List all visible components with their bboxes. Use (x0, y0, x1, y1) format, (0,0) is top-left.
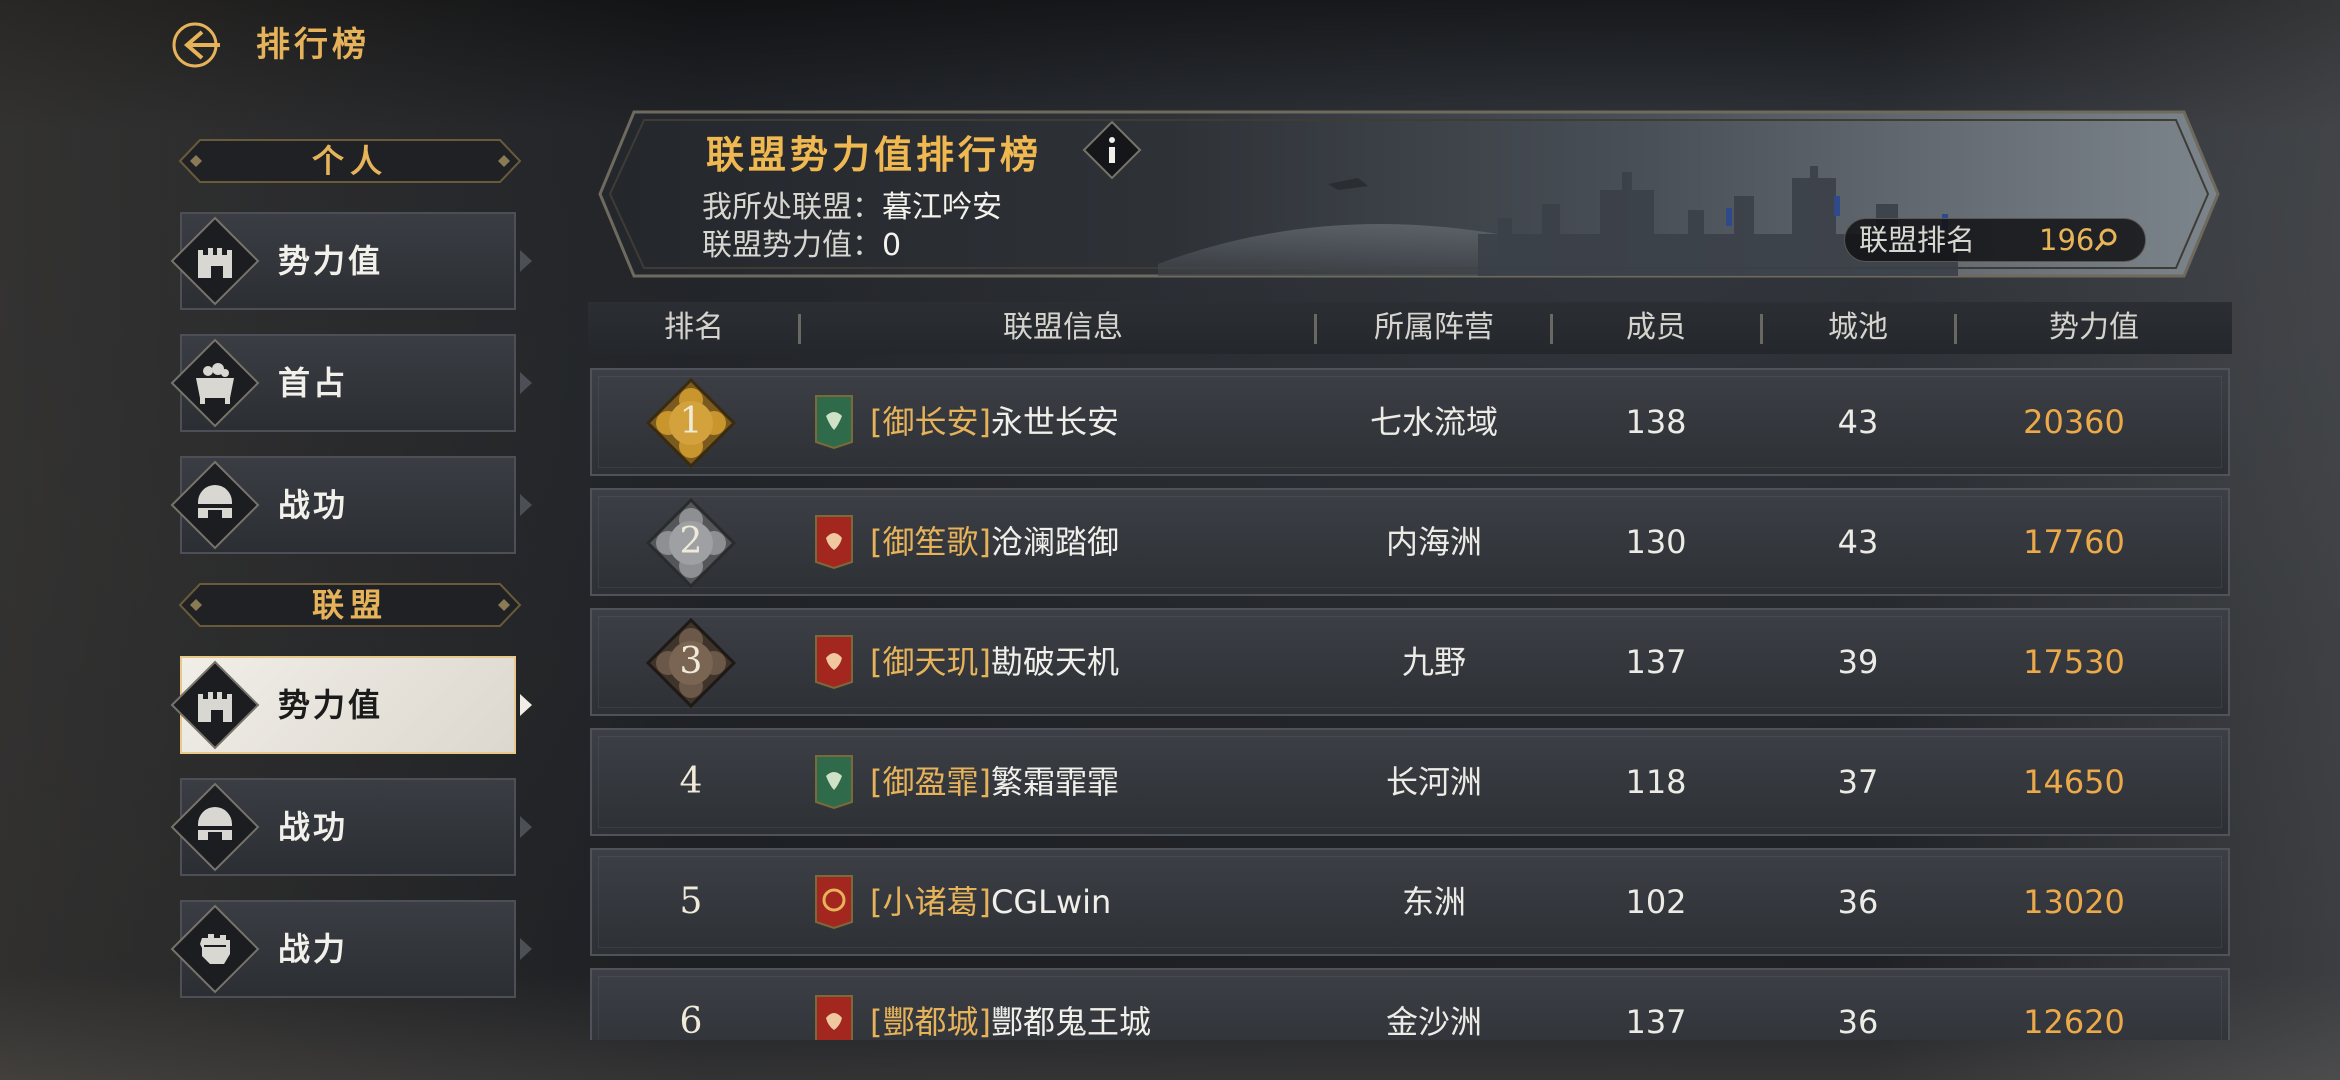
red-wreath-flag-icon (815, 875, 853, 930)
rank-number: 6 (679, 1001, 703, 1040)
alliance-camp: 东洲 (1401, 883, 1466, 921)
alliance-name: [酆都城]酆都鬼王城 (870, 968, 1151, 1040)
alliance-members: 118 (1625, 763, 1687, 801)
alliance-members: 138 (1625, 403, 1687, 441)
alliance-power: 14650 (2023, 763, 2125, 801)
alliance-camp: 九野 (1401, 643, 1466, 681)
alliance-tag: [酆都城] (870, 1003, 991, 1040)
table-row[interactable]: 5 [小诸葛]CGLwin 东洲 102 36 13020 (588, 848, 2232, 956)
alliance-tag: [御笙歌] (870, 523, 991, 561)
alliance-cities: 36 (1837, 883, 1879, 921)
table-row[interactable]: 4 [御盈霏]繁霜霏霏 长河洲 118 37 14650 (588, 728, 2232, 836)
alliance-title: 沧澜踏御 (990, 523, 1119, 561)
rank-number: 1 (679, 401, 703, 442)
table-row[interactable]: 1 [御长安]永世长安 七水流域 138 43 20360 (588, 368, 2232, 476)
alliance-name: [御笙歌]沧澜踏御 (870, 488, 1119, 596)
alliance-members: 137 (1625, 1003, 1687, 1040)
alliance-camp: 内海洲 (1385, 523, 1482, 561)
alliance-name: [御盈霏]繁霜霏霏 (870, 728, 1119, 836)
red-banner-flag-icon (815, 995, 853, 1040)
alliance-members: 137 (1625, 643, 1687, 681)
table-scroll-area[interactable]: 1 [御长安]永世长安 七水流域 138 43 20360 2 [御笙歌]沧澜踏… (0, 0, 2340, 1040)
rank-number: 4 (679, 761, 703, 802)
alliance-name: [御长安]永世长安 (870, 368, 1119, 476)
alliance-title: 勘破天机 (990, 643, 1119, 681)
table-row[interactable]: 2 [御笙歌]沧澜踏御 内海洲 130 43 17760 (588, 488, 2232, 596)
alliance-tag: [御长安] (870, 403, 991, 441)
red-banner-flag-icon (815, 515, 853, 570)
alliance-title: 酆都鬼王城 (990, 1003, 1151, 1040)
alliance-title: 繁霜霏霏 (990, 763, 1119, 801)
alliance-name: [御天玑]勘破天机 (870, 608, 1119, 716)
table-row[interactable]: 3 [御天玑]勘破天机 九野 137 39 17530 (588, 608, 2232, 716)
rank-number: 2 (679, 521, 703, 562)
rank-number: 5 (679, 881, 703, 922)
alliance-cities: 36 (1837, 1003, 1879, 1040)
red-banner-flag-icon (815, 635, 853, 690)
green-banner-flag-icon (815, 755, 853, 810)
alliance-title: 永世长安 (990, 403, 1119, 441)
alliance-tag: [御天玑] (870, 643, 991, 681)
alliance-power: 17530 (2023, 643, 2125, 681)
rank-number: 3 (679, 641, 703, 682)
alliance-cities: 43 (1837, 403, 1879, 441)
alliance-power: 13020 (2023, 883, 2125, 921)
alliance-camp: 七水流域 (1369, 403, 1498, 441)
alliance-members: 130 (1625, 523, 1687, 561)
alliance-camp: 长河洲 (1385, 763, 1482, 801)
alliance-power: 17760 (2023, 523, 2125, 561)
table-row[interactable]: 6 [酆都城]酆都鬼王城 金沙洲 137 36 12620 (588, 968, 2232, 1040)
alliance-power: 12620 (2023, 1003, 2125, 1040)
alliance-cities: 43 (1837, 523, 1879, 561)
alliance-power: 20360 (2023, 403, 2125, 441)
alliance-name: [小诸葛]CGLwin (870, 848, 1111, 956)
alliance-title: CGLwin (990, 883, 1112, 921)
green-banner-flag-icon (815, 395, 853, 450)
alliance-members: 102 (1625, 883, 1687, 921)
alliance-tag: [御盈霏] (870, 763, 991, 801)
alliance-cities: 39 (1837, 643, 1879, 681)
alliance-cities: 37 (1837, 763, 1879, 801)
alliance-camp: 金沙洲 (1385, 1003, 1482, 1040)
alliance-tag: [小诸葛] (870, 883, 991, 921)
